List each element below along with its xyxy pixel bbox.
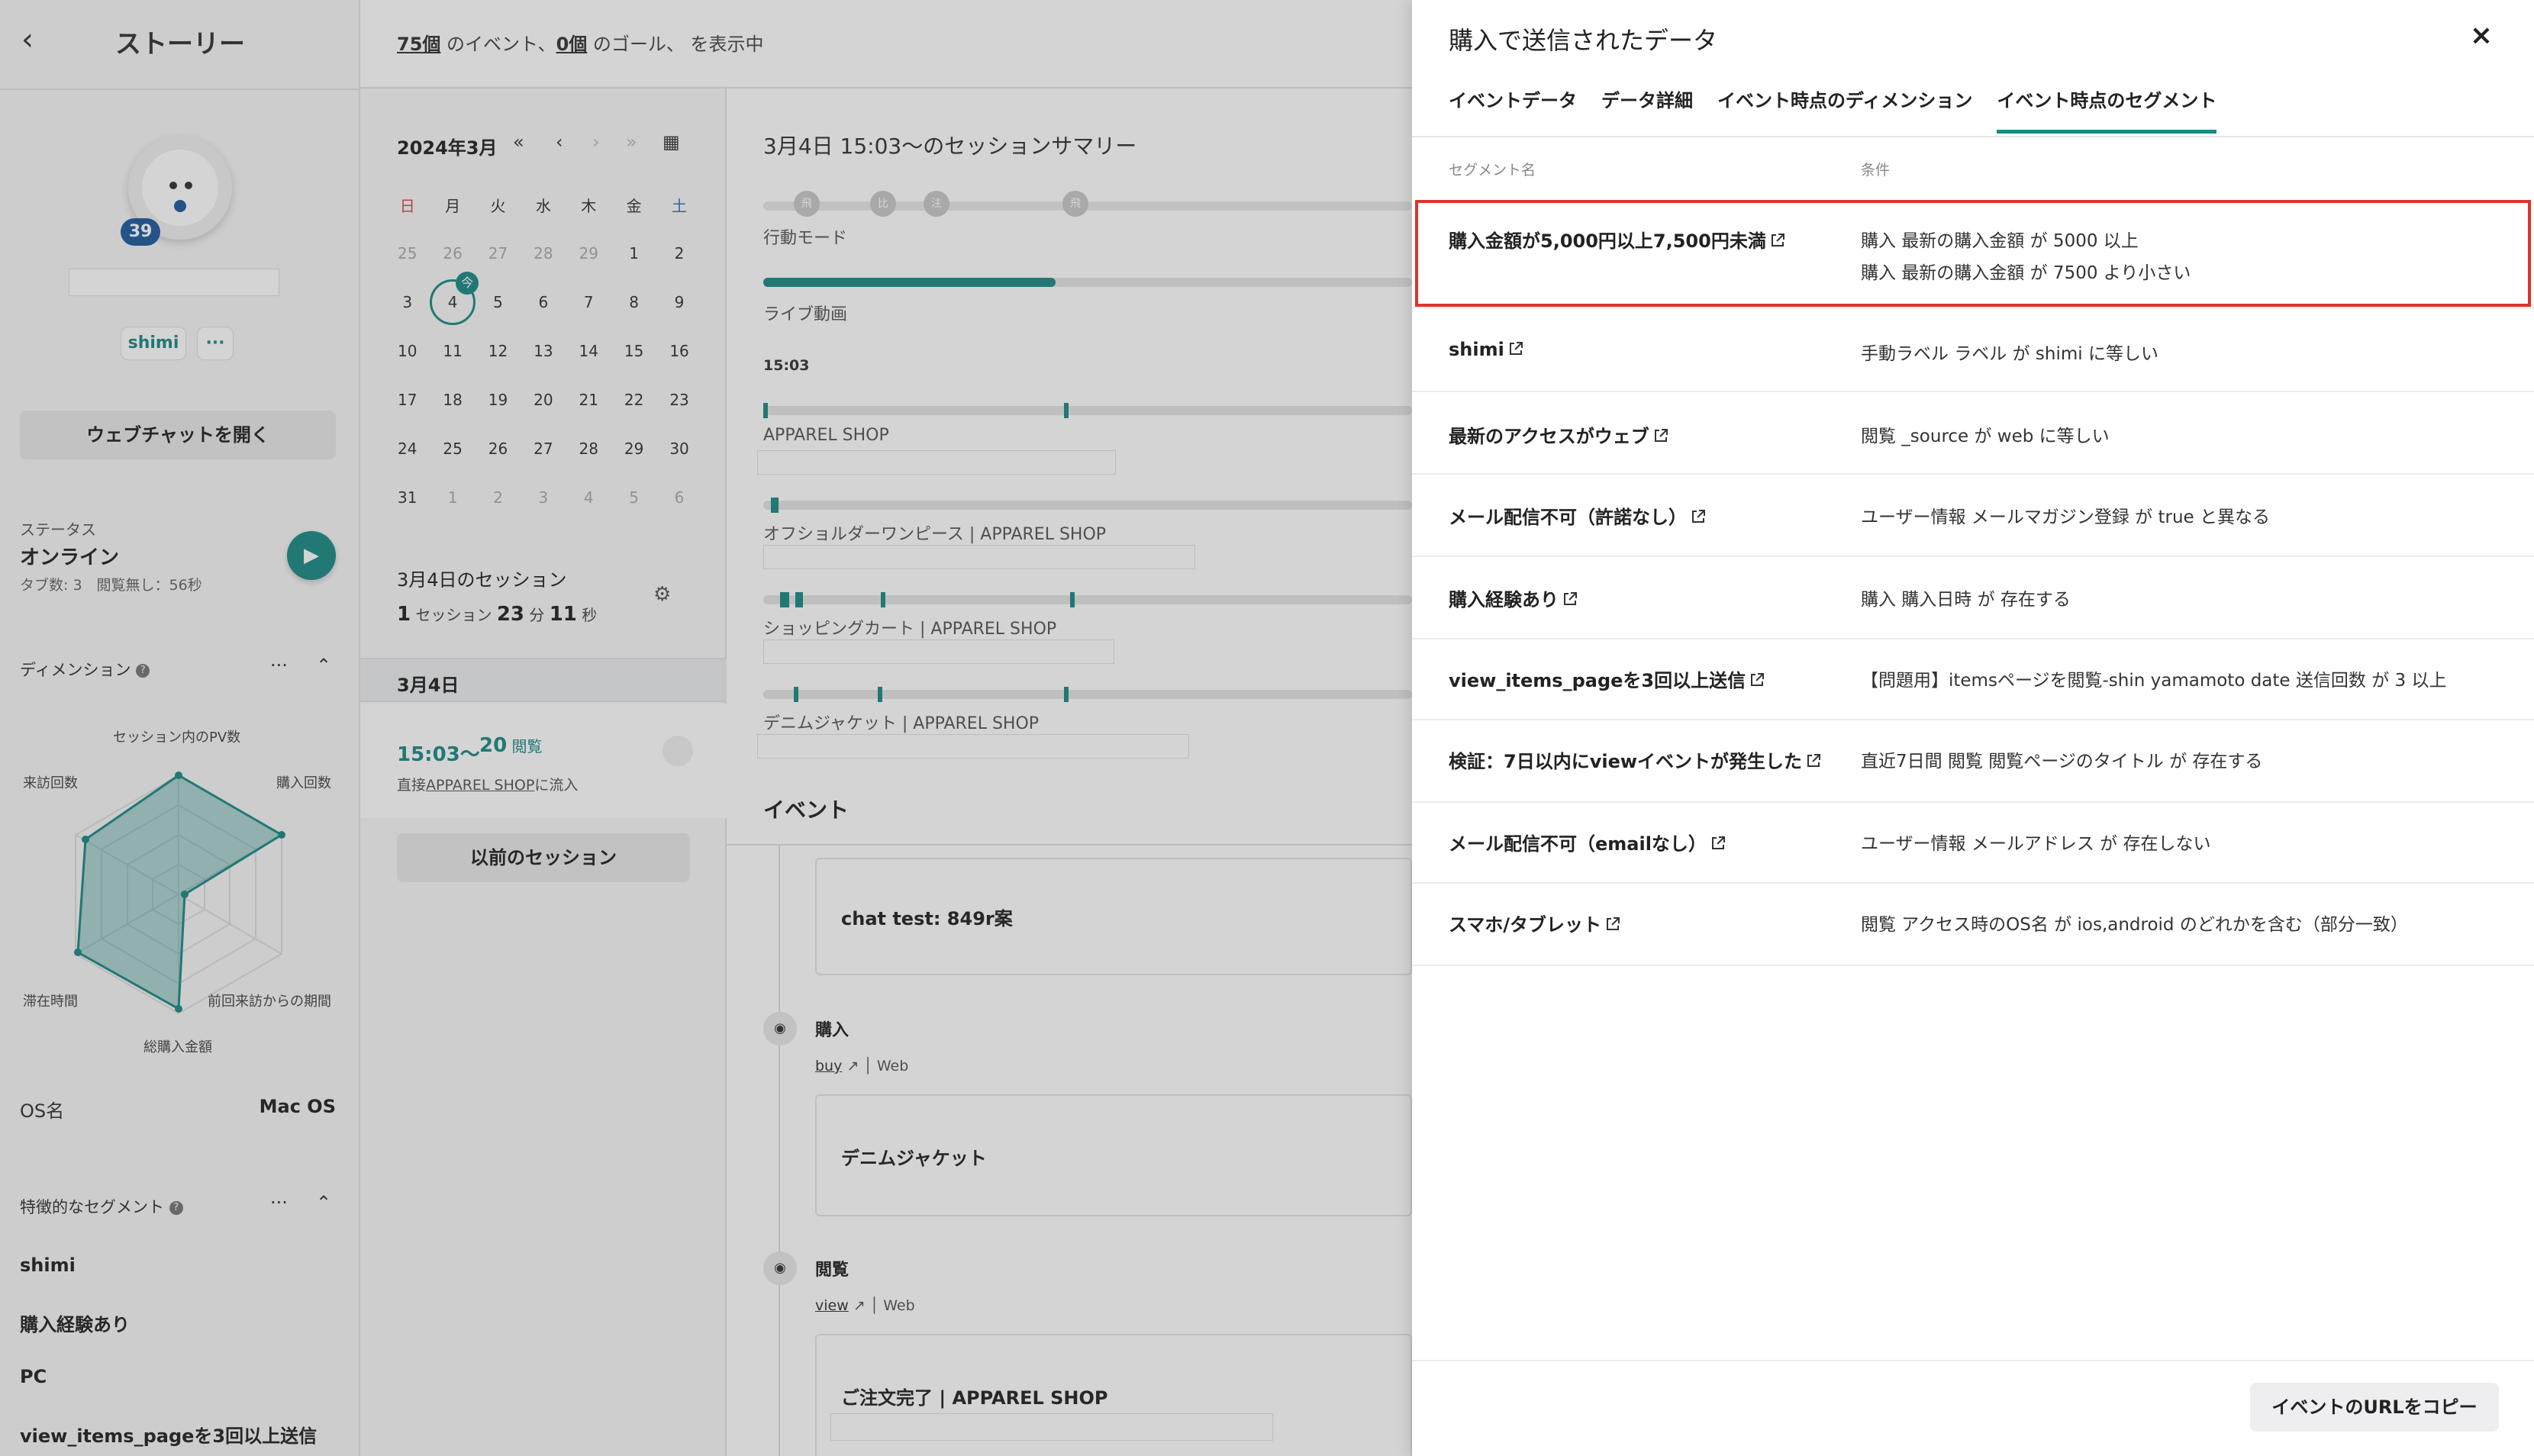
segment-condition: 直近7日間 閲覧 閲覧ページのタイトル が 存在する xyxy=(1861,752,2263,771)
event-data-drawer: 購入で送信されたデータ × イベントデータ データ詳細 イベント時点のディメンシ… xyxy=(1412,0,2534,1456)
tab-segments[interactable]: イベント時点のセグメント xyxy=(1997,85,2217,134)
footer-divider xyxy=(1412,1360,2534,1361)
segment-name-link[interactable]: スマホ/タブレット xyxy=(1449,910,1621,936)
tab-data-detail[interactable]: データ詳細 xyxy=(1601,85,1693,134)
tabs-divider xyxy=(1412,136,2534,137)
segment-condition: ユーザー情報 メールアドレス が 存在しない xyxy=(1861,834,2211,854)
segment-name-link[interactable]: メール配信不可（emailなし） xyxy=(1449,829,1726,855)
external-link-icon xyxy=(1751,673,1765,686)
segment-row: 検証：7日以内にviewイベントが発生した 直近7日間 閲覧 閲覧ページのタイト… xyxy=(1412,720,2534,803)
segment-name: 購入経験あり xyxy=(1449,589,1559,610)
segment-row: 最新のアクセスがウェブ 閲覧 _source が web に等しい xyxy=(1412,392,2534,475)
segment-name-link[interactable]: shimi xyxy=(1449,339,1524,360)
external-link-icon xyxy=(1654,429,1668,442)
external-link-icon xyxy=(1607,917,1620,930)
modal-backdrop[interactable] xyxy=(0,0,1412,1456)
column-header-condition: 条件 xyxy=(1861,162,1891,179)
segment-name-link[interactable]: メール配信不可（許諾なし） xyxy=(1449,502,1707,529)
segment-row: shimi 手動ラベル ラベル が shimi に等しい xyxy=(1412,310,2534,392)
segment-name: 検証：7日以内にviewイベントが発生した xyxy=(1449,751,1803,772)
external-link-icon xyxy=(1807,754,1821,767)
drawer-tabs: イベントデータ データ詳細 イベント時点のディメンション イベント時点のセグメン… xyxy=(1449,85,2217,134)
segment-row: スマホ/タブレット 閲覧 アクセス時のOS名 が ios,android のどれ… xyxy=(1412,884,2534,966)
drawer-title: 購入で送信されたデータ xyxy=(1449,26,1718,55)
highlight-box xyxy=(1415,200,2531,307)
segment-condition: 閲覧 アクセス時のOS名 が ios,android のどれかを含む（部分一致） xyxy=(1861,915,2408,935)
copy-event-url-button[interactable]: イベントのURLをコピー xyxy=(2250,1383,2499,1432)
segment-name-link[interactable]: 購入経験あり xyxy=(1449,585,1578,611)
segment-name-link[interactable]: 検証：7日以内にviewイベントが発生した xyxy=(1449,746,1822,773)
segment-name-link[interactable]: 最新のアクセスがウェブ xyxy=(1449,421,1669,448)
segment-name-link[interactable]: view_items_pageを3回以上送信 xyxy=(1449,665,1765,692)
segment-row: 購入経験あり 購入 購入日時 が 存在する xyxy=(1412,557,2534,639)
close-icon[interactable]: × xyxy=(2470,20,2493,51)
segment-condition: 手動ラベル ラベル が shimi に等しい xyxy=(1861,344,2158,364)
tab-dimensions[interactable]: イベント時点のディメンション xyxy=(1717,85,1972,134)
segment-name: 最新のアクセスがウェブ xyxy=(1449,426,1649,447)
segment-row: メール配信不可（許諾なし） ユーザー情報 メールマガジン登録 が true と異… xyxy=(1412,475,2534,557)
column-header-segment: セグメント名 xyxy=(1449,162,1536,179)
segment-condition: 購入 購入日時 が 存在する xyxy=(1861,590,2071,610)
segment-name: view_items_pageを3回以上送信 xyxy=(1449,670,1746,691)
external-link-icon xyxy=(1692,510,1705,523)
segment-name: メール配信不可（emailなし） xyxy=(1449,833,1707,855)
segment-condition: 閲覧 _source が web に等しい xyxy=(1861,427,2110,446)
external-link-icon xyxy=(1564,592,1577,605)
segment-name: shimi xyxy=(1449,339,1504,360)
segment-condition: 【問題用】itemsページを閲覧-shin yamamoto date 送信回数… xyxy=(1861,671,2447,691)
segment-row: メール配信不可（emailなし） ユーザー情報 メールアドレス が 存在しない xyxy=(1412,803,2534,884)
external-link-icon xyxy=(1509,342,1523,355)
tab-event-data[interactable]: イベントデータ xyxy=(1449,85,1577,134)
segment-name: メール配信不可（許諾なし） xyxy=(1449,507,1687,528)
external-link-icon xyxy=(1711,836,1725,849)
segment-row: view_items_pageを3回以上送信 【問題用】itemsページを閲覧-… xyxy=(1412,639,2534,720)
segment-condition: ユーザー情報 メールマガジン登録 が true と異なる xyxy=(1861,507,2270,527)
segment-name: スマホ/タブレット xyxy=(1449,914,1602,936)
